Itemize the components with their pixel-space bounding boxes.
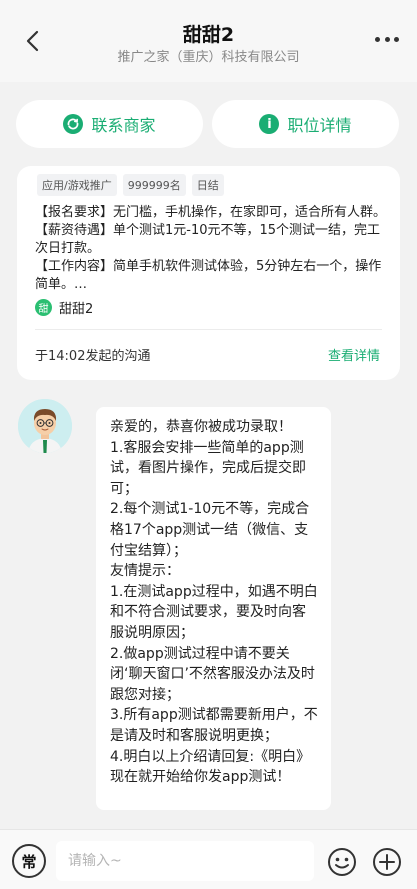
job-tag: 日结	[191, 174, 224, 196]
merchant-avatar[interactable]	[18, 399, 72, 453]
info-icon: i	[259, 114, 280, 134]
more-options-icon[interactable]	[375, 32, 399, 46]
job-tag: 999999名	[122, 174, 186, 196]
chat-message-bubble[interactable]: 亲爱的，恭喜你被成功录取！ 1.客服会安排一些简单的app测试，看图片操作，完成…	[96, 407, 331, 810]
common-phrases-button[interactable]: 常	[12, 844, 46, 878]
job-detail-button[interactable]: i 职位详情	[212, 100, 399, 148]
job-tag: 应用/游戏推广	[37, 174, 117, 196]
refresh-icon	[63, 114, 84, 134]
emoji-icon[interactable]	[327, 847, 357, 877]
contact-merchant-button[interactable]: 联系商家	[16, 100, 203, 148]
chat-start-time: 于14:02发起的沟通	[35, 349, 151, 364]
divider	[35, 329, 382, 330]
person-avatar-icon	[18, 399, 72, 453]
job-card[interactable]: 应用/游戏推广 999999名 日结 【报名要求】无门槛，手机操作，在家即可，适…	[17, 166, 400, 380]
contact-merchant-label: 联系商家	[91, 116, 156, 135]
recruiter-name: 甜甜2	[59, 302, 94, 317]
job-tags: 应用/游戏推广 999999名 日结	[37, 174, 224, 196]
recruiter-info: 甜 甜甜2	[35, 298, 93, 317]
page-title: 甜甜2	[182, 24, 235, 46]
recruiter-badge: 甜	[35, 299, 52, 316]
job-description: 【报名要求】无门槛，手机操作，在家即可，适合所有人群。 【薪资待遇】单个测试1元…	[35, 205, 387, 292]
input-bar: 常	[0, 829, 417, 889]
message-input[interactable]	[56, 841, 314, 881]
nav-header: 甜甜2 推广之家（重庆）科技有限公司	[0, 0, 417, 82]
plus-icon[interactable]	[372, 847, 402, 877]
company-subtitle: 推广之家（重庆）科技有限公司	[117, 50, 300, 65]
job-detail-label: 职位详情	[287, 116, 352, 135]
view-detail-link[interactable]: 查看详情	[328, 345, 380, 364]
